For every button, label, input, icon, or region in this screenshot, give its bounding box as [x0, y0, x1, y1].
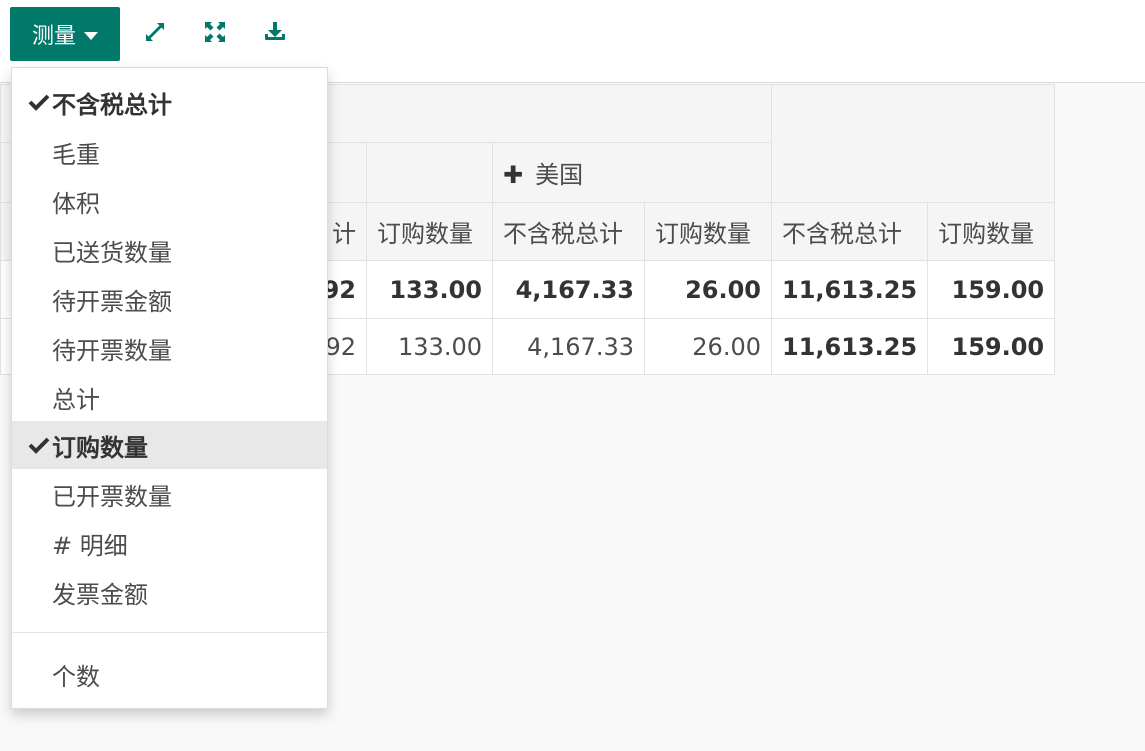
pivot-group-header-usa[interactable]: ✚ 美国 [492, 142, 772, 203]
check-icon [12, 93, 52, 111]
download-icon[interactable] [261, 18, 289, 46]
measure-item-label: 总计 [52, 385, 100, 414]
measure-item-label: 不含税总计 [52, 90, 172, 119]
pivot-cell: 133.00 [366, 260, 493, 319]
measure-item[interactable]: 发票金额 [12, 568, 327, 616]
pivot-cell: 4,167.33 [492, 260, 645, 319]
measures-dropdown-menu: 不含税总计 毛重 体积 已送货数量 待开票金额 待开票数量 总计 订购数量 已开… [11, 67, 328, 709]
pivot-cell: 11,613.25 [770, 260, 929, 319]
measure-item[interactable]: # 明细 [12, 519, 327, 567]
measure-item[interactable]: 不含税总计 [12, 78, 327, 126]
pivot-group-label: 美国 [535, 161, 584, 189]
pivot-cell: 133.00 [366, 318, 493, 375]
measure-item[interactable]: 已开票数量 [12, 470, 327, 518]
measure-item-label: 待开票数量 [52, 336, 172, 365]
pivot-measure-header: 订购数量 [366, 202, 493, 261]
measure-item-label: 体积 [52, 189, 100, 218]
pivot-total-header[interactable] [366, 84, 772, 143]
measure-item-label: 订购数量 [52, 433, 148, 462]
pivot-measure-header: 订购数量 [644, 202, 772, 261]
measure-item[interactable]: 订购数量 [12, 421, 327, 469]
measures-dropdown-button[interactable]: 测量 [10, 7, 120, 61]
measure-item-label: # 明细 [52, 531, 128, 560]
pivot-measure-header: 订购数量 [927, 202, 1056, 261]
expand-all-icon[interactable] [201, 18, 229, 46]
measure-item[interactable]: 总计 [12, 373, 327, 421]
pivot-cell: 11,613.25 [770, 318, 929, 375]
pivot-cell: 159.00 [927, 260, 1056, 319]
pivot-total-col-header [770, 84, 1056, 203]
pivot-cell: 26.00 [644, 260, 772, 319]
pivot-cell: 26.00 [644, 318, 772, 375]
pivot-cell: 4,167.33 [492, 318, 645, 375]
check-icon [12, 436, 52, 454]
measures-button-label: 测量 [31, 24, 76, 49]
measure-item-label: 发票金额 [52, 580, 148, 609]
pivot-measure-header: 不含税总计 [492, 202, 645, 261]
caret-down-icon [84, 31, 98, 40]
measure-item-label: 个数 [52, 662, 100, 691]
measure-item-label: 待开票金额 [52, 287, 172, 316]
pivot-empty-header [366, 142, 493, 203]
measure-item-label: 已送货数量 [52, 238, 172, 267]
measure-item-label: 毛重 [52, 140, 100, 169]
menu-divider [12, 632, 327, 633]
measure-item[interactable]: 待开票数量 [12, 324, 327, 372]
measure-item[interactable]: 毛重 [12, 128, 327, 176]
measure-item[interactable]: 体积 [12, 177, 327, 225]
measure-item[interactable]: 待开票金额 [12, 275, 327, 323]
pivot-cell: 159.00 [927, 318, 1056, 375]
plus-icon: ✚ [503, 161, 524, 189]
measure-item-count[interactable]: 个数 [12, 650, 327, 698]
pivot-measure-header: 不含税总计 [770, 202, 929, 261]
measure-item-label: 已开票数量 [52, 482, 172, 511]
measure-item[interactable]: 已送货数量 [12, 226, 327, 274]
expand-arrows-icon[interactable] [141, 18, 169, 46]
